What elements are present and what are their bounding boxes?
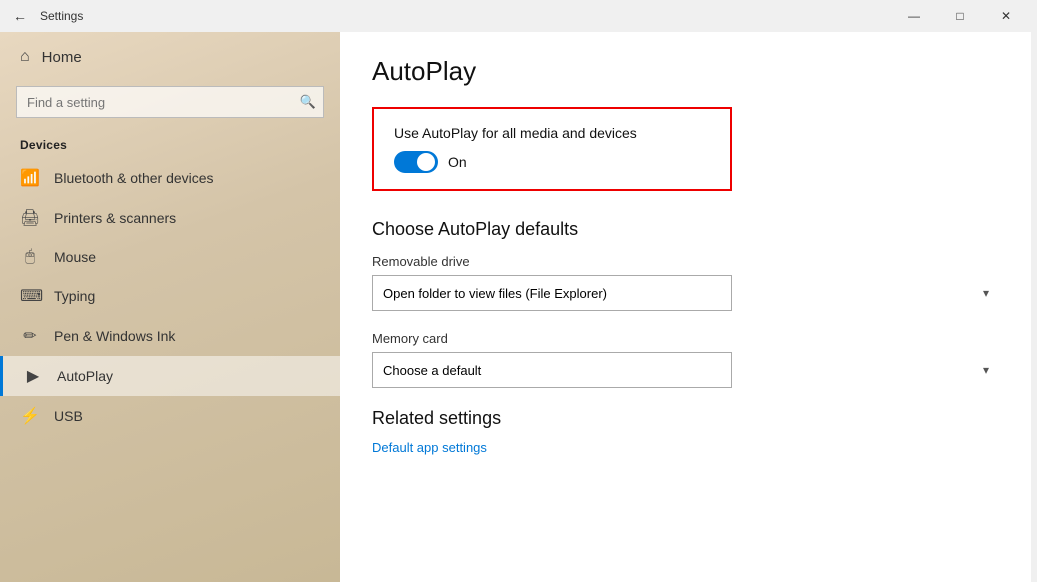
toggle-state-label: On bbox=[448, 154, 467, 170]
autoplay-toggle-section: Use AutoPlay for all media and devices O… bbox=[372, 107, 732, 191]
back-button[interactable]: ← bbox=[8, 4, 32, 28]
sidebar-item-pen[interactable]: ✏ Pen & Windows Ink bbox=[0, 316, 340, 356]
back-icon: ← bbox=[13, 8, 27, 24]
autoplay-icon: ▶ bbox=[23, 366, 43, 386]
bluetooth-icon: 📶 bbox=[20, 168, 40, 188]
sidebar-item-autoplay-label: AutoPlay bbox=[57, 368, 113, 384]
sidebar-item-usb[interactable]: ⚡ USB bbox=[0, 396, 340, 436]
sidebar-item-pen-label: Pen & Windows Ink bbox=[54, 328, 175, 344]
pen-icon: ✏ bbox=[20, 326, 40, 346]
autoplay-toggle-switch[interactable] bbox=[394, 151, 438, 173]
close-button[interactable]: ✕ bbox=[983, 0, 1029, 32]
typing-icon: ⌨ bbox=[20, 286, 40, 306]
main-container: ⌂ Home 🔍 Devices 📶 Bluetooth & other dev… bbox=[0, 32, 1037, 582]
sidebar-item-usb-label: USB bbox=[54, 408, 83, 424]
app-title: Settings bbox=[40, 9, 83, 23]
maximize-icon: □ bbox=[956, 9, 963, 23]
minimize-icon: — bbox=[908, 9, 920, 23]
window-controls: — □ ✕ bbox=[891, 0, 1029, 32]
search-icon: 🔍 bbox=[300, 94, 316, 110]
memory-card-select[interactable]: Choose a default bbox=[372, 352, 732, 388]
sidebar-item-typing[interactable]: ⌨ Typing bbox=[0, 276, 340, 316]
sidebar: ⌂ Home 🔍 Devices 📶 Bluetooth & other dev… bbox=[0, 32, 340, 582]
minimize-button[interactable]: — bbox=[891, 0, 937, 32]
toggle-row: On bbox=[394, 151, 710, 173]
memory-card-dropdown-wrapper: Choose a default ▾ bbox=[372, 352, 999, 388]
related-settings-heading: Related settings bbox=[372, 408, 999, 429]
memory-card-label: Memory card bbox=[372, 331, 999, 346]
page-title: AutoPlay bbox=[372, 56, 999, 87]
autoplay-toggle-label: Use AutoPlay for all media and devices bbox=[394, 125, 710, 141]
sidebar-item-mouse-label: Mouse bbox=[54, 249, 96, 265]
removable-drive-dropdown-wrapper: Open folder to view files (File Explorer… bbox=[372, 275, 999, 311]
printer-icon: 🖨 bbox=[20, 208, 40, 228]
memory-card-chevron-icon: ▾ bbox=[983, 363, 989, 377]
removable-drive-select[interactable]: Open folder to view files (File Explorer… bbox=[372, 275, 732, 311]
home-icon: ⌂ bbox=[20, 48, 30, 66]
titlebar: ← Settings — □ ✕ bbox=[0, 0, 1037, 32]
sidebar-item-printers-label: Printers & scanners bbox=[54, 210, 176, 226]
sidebar-item-bluetooth-label: Bluetooth & other devices bbox=[54, 170, 214, 186]
scrollbar[interactable] bbox=[1031, 32, 1037, 582]
close-icon: ✕ bbox=[1001, 9, 1011, 23]
search-input[interactable] bbox=[16, 86, 324, 118]
removable-drive-label: Removable drive bbox=[372, 254, 999, 269]
home-label: Home bbox=[42, 49, 82, 66]
sidebar-item-mouse[interactable]: 🖱 Mouse bbox=[0, 238, 340, 276]
removable-drive-chevron-icon: ▾ bbox=[983, 286, 989, 300]
usb-icon: ⚡ bbox=[20, 406, 40, 426]
sidebar-item-bluetooth[interactable]: 📶 Bluetooth & other devices bbox=[0, 158, 340, 198]
sidebar-item-home[interactable]: ⌂ Home bbox=[0, 32, 340, 82]
mouse-icon: 🖱 bbox=[20, 248, 40, 266]
sidebar-section-title: Devices bbox=[0, 130, 340, 158]
search-box: 🔍 bbox=[16, 86, 324, 118]
autoplay-defaults-heading: Choose AutoPlay defaults bbox=[372, 219, 999, 240]
maximize-button[interactable]: □ bbox=[937, 0, 983, 32]
content-area: AutoPlay Use AutoPlay for all media and … bbox=[340, 32, 1031, 582]
sidebar-item-autoplay[interactable]: ▶ AutoPlay bbox=[0, 356, 340, 396]
sidebar-item-printers[interactable]: 🖨 Printers & scanners bbox=[0, 198, 340, 238]
default-app-settings-link[interactable]: Default app settings bbox=[372, 440, 487, 455]
sidebar-item-typing-label: Typing bbox=[54, 288, 95, 304]
